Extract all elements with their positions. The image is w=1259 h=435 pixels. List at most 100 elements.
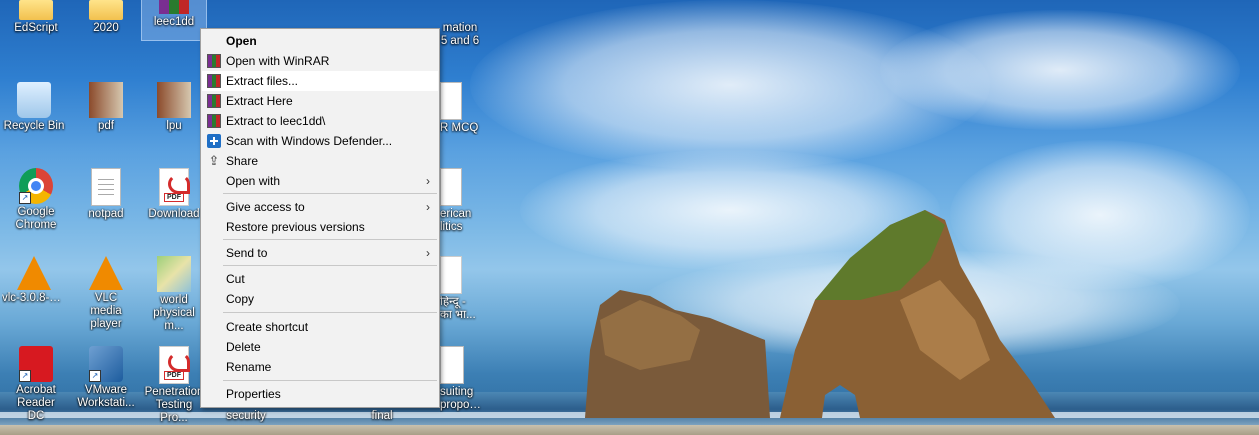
icon-label: Penetration Testing Pro... [144,386,204,424]
text-file-icon [91,168,121,206]
desktop-icon-security[interactable]: security [214,408,278,423]
desktop-icon-acrobat-reader[interactable]: ↗ Acrobat Reader DC [4,346,68,423]
desktop-icon-world-map[interactable]: world physical m... [142,256,206,333]
defender-icon [207,134,221,148]
menu-item-label: Open with WinRAR [226,54,330,68]
icon-label: leec1dd [153,16,195,28]
text-file-icon [440,82,462,120]
desktop-background[interactable]: EdScript Recycle Bin ↗ Google Chrome vlc… [0,0,1259,435]
folder-icon [89,0,123,20]
desktop-icon-vlc-installer[interactable]: vlc-3.0.8-w... [2,256,66,305]
winrar-icon [207,94,221,108]
icon-label: Acrobat Reader DC [16,384,56,422]
menu-item-label: Open [226,34,257,48]
vmware-icon: ↗ [89,346,123,382]
desktop-icon-edscript[interactable]: EdScript [4,0,68,35]
chevron-right-icon: › [426,246,430,260]
context-menu: Open Open with WinRAR Extract files... E… [200,28,440,408]
desktop-icon-leec1dd-selected[interactable]: leec1dd [141,0,207,41]
pdf-file-icon [440,256,462,294]
pdf-tag: PDF [164,371,184,380]
menu-item-restore-previous-versions[interactable]: Restore previous versions [202,217,438,237]
share-icon: ⇪ [208,153,220,168]
menu-item-open[interactable]: Open [202,31,438,51]
desktop-icon-pdf-folder[interactable]: pdf [74,82,138,133]
menu-item-label: Open with [226,174,281,188]
menu-item-extract-to[interactable]: Extract to leec1dd\ [202,111,438,131]
icon-label: हिन्दू - का भा... [440,296,476,321]
menu-item-scan-defender[interactable]: Scan with Windows Defender... [202,131,438,151]
menu-separator [223,239,437,240]
menu-item-open-with-winrar[interactable]: Open with WinRAR [202,51,438,71]
winrar-icon [207,54,221,68]
desktop-icon-recycle-bin[interactable]: Recycle Bin [2,82,66,133]
desktop-icon-vmware[interactable]: ↗ VMware Workstati... [74,346,138,410]
file-icon [440,168,462,206]
menu-item-copy[interactable]: Copy [202,289,438,309]
menu-item-label: Extract files... [226,74,299,88]
menu-item-give-access-to[interactable]: Give access to › [202,197,438,217]
icon-label: erican litics [440,208,472,233]
desktop-icon-penetration-testing[interactable]: PDF Penetration Testing Pro... [142,346,206,425]
menu-separator [223,380,437,381]
desktop-icon-notpad[interactable]: notpad [74,168,138,221]
icon-label: Google Chrome [15,206,57,231]
icon-label: VMware Workstati... [77,384,135,409]
shortcut-arrow-icon: ↗ [19,192,31,204]
icon-label: 2020 [93,22,119,34]
menu-item-properties[interactable]: Properties [202,384,438,404]
menu-item-label: Create shortcut [226,320,309,334]
shortcut-arrow-icon: ↗ [19,370,31,382]
desktop-icon-lpu[interactable]: lpu [142,82,206,133]
menu-item-send-to[interactable]: Send to › [202,243,438,263]
acrobat-swoosh-icon [168,352,190,372]
desktop-icon-r-mcq[interactable]: R MCQ [440,82,488,135]
menu-item-share[interactable]: ⇪ Share [202,151,438,171]
icon-label: Recycle Bin [3,120,65,132]
menu-item-extract-here[interactable]: Extract Here [202,91,438,111]
desktop-icon-google-chrome[interactable]: ↗ Google Chrome [4,168,68,232]
chevron-right-icon: › [426,174,430,188]
chevron-right-icon: › [426,200,430,214]
icon-label: lpu [166,120,182,132]
acrobat-icon: ↗ [19,346,53,382]
vlc-cone-icon [89,256,123,290]
icon-label: R MCQ [440,122,479,134]
menu-item-rename[interactable]: Rename [202,357,438,377]
menu-item-label: Cut [226,272,245,286]
menu-separator [223,193,437,194]
menu-item-label: Copy [226,292,255,306]
pdf-file-icon: PDF [159,346,190,384]
desktop-icon-erican-litics[interactable]: erican litics [440,168,480,234]
menu-item-open-with[interactable]: Open with › [202,171,438,191]
winrar-icon [207,114,221,128]
menu-item-extract-files[interactable]: Extract files... [202,71,438,91]
menu-item-delete[interactable]: Delete [202,337,438,357]
icon-label: pdf [98,120,114,132]
menu-item-label: Restore previous versions [226,220,365,234]
desktop-icon-2020[interactable]: 2020 [74,0,138,35]
chrome-icon: ↗ [19,168,53,204]
menu-item-label: Properties [226,387,281,401]
acrobat-swoosh-icon [168,174,190,194]
icon-label: VLC media player [90,292,122,330]
desktop-icon-consulting-proposal[interactable]: suiting proposal [440,346,484,412]
winrar-icon [207,74,221,88]
desktop-icon-hindi-pdf[interactable]: हिन्दू - का भा... [440,256,480,322]
desktop-icon-final[interactable]: final [350,408,414,423]
desktop-icon-mation[interactable]: mation 5 and 6 [440,20,480,48]
desktop-icon-download-pdf[interactable]: PDF Download [142,168,206,221]
winrar-archive-icon [159,0,189,14]
icon-label: suiting proposal [440,386,484,411]
map-image-icon [157,256,191,292]
folder-icon [89,82,123,118]
icon-label: EdScript [14,22,58,34]
icon-label: notpad [88,208,124,220]
menu-item-create-shortcut[interactable]: Create shortcut [202,317,438,337]
menu-item-label: Extract Here [226,94,293,108]
menu-separator [223,312,437,313]
menu-item-cut[interactable]: Cut [202,269,438,289]
desktop-icon-vlc-media-player[interactable]: VLC media player [74,256,138,331]
folder-icon [157,82,191,118]
icon-label: security [226,410,266,422]
